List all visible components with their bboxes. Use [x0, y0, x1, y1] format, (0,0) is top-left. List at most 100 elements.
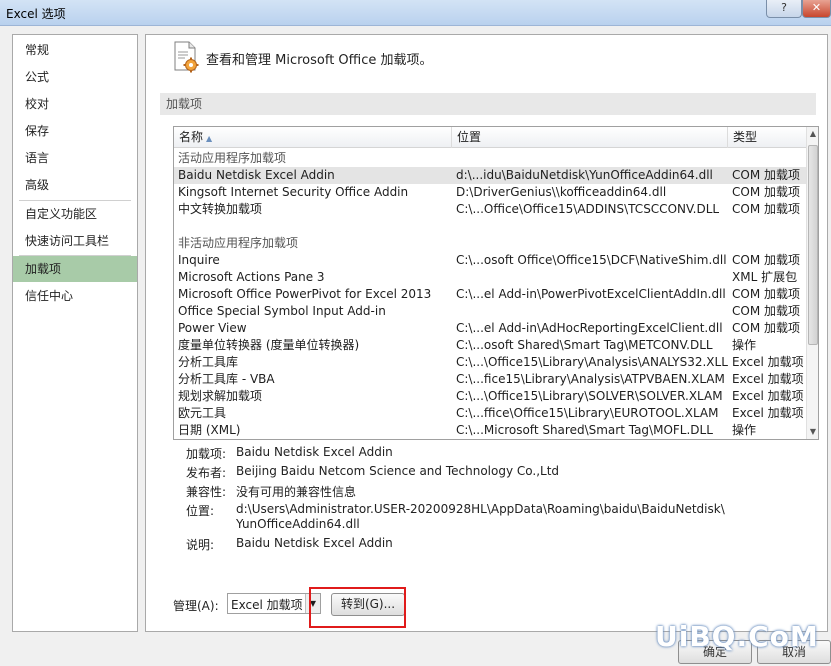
list-header: 名称 ▲ 位置 类型 — [174, 127, 806, 148]
cell-location: C:\...el Add-in\PowerPivotExcelClientAdd… — [456, 287, 726, 301]
cell-location: C:\...Microsoft Shared\Smart Tag\MOFL.DL… — [456, 423, 713, 437]
cell-type: 操作 — [732, 423, 757, 437]
nav-item-customize-ribbon[interactable]: 自定义功能区 — [13, 201, 137, 227]
table-row[interactable]: Office Special Symbol Input Add-in COM 加… — [174, 303, 806, 320]
addin-list: 名称 ▲ 位置 类型 活动应用程序加载项 Baidu Netdisk Excel … — [173, 126, 819, 440]
cell-name: 分析工具库 - VBA — [178, 372, 275, 386]
cell-type: 操作 — [732, 338, 757, 352]
cell-type: COM 加载项 — [732, 287, 800, 301]
column-header-name[interactable]: 名称 ▲ — [174, 127, 452, 148]
scroll-down-icon[interactable]: ▼ — [807, 425, 818, 439]
cell-location: C:\...ffice\Office15\Library\EUROTOOL.XL… — [456, 406, 719, 420]
cell-type: Excel 加载项 — [732, 389, 804, 403]
nav-item-quick-access[interactable]: 快速访问工具栏 — [13, 228, 137, 254]
list-scrollbar[interactable]: ▲ ▼ — [806, 127, 818, 439]
table-row[interactable]: Power View C:\...el Add-in\AdHocReportin… — [174, 320, 806, 337]
table-row[interactable]: Baidu Netdisk Excel Addin d:\...idu\Baid… — [174, 167, 806, 184]
help-button[interactable]: ? — [766, 0, 802, 18]
manage-select[interactable]: Excel 加载项 ▼ — [227, 593, 321, 614]
nav-item-general[interactable]: 常规 — [13, 37, 137, 63]
manage-label: 管理(A): — [173, 599, 219, 613]
group-label-active: 活动应用程序加载项 — [178, 151, 287, 165]
cell-location: C:\...osoft Office\Office15\DCF\NativeSh… — [456, 253, 727, 267]
cell-name: Microsoft Actions Pane 3 — [178, 270, 325, 284]
cell-location: C:\...\Office15\Library\Analysis\ANALYS3… — [456, 355, 728, 369]
cell-location: D:\DriverGenius\\kofficeaddin64.dll — [456, 185, 667, 199]
cell-name: Microsoft Office PowerPivot for Excel 20… — [178, 287, 432, 301]
group-label-inactive: 非活动应用程序加载项 — [178, 236, 299, 250]
detail-value-location-line2: YunOfficeAddin64.dll — [236, 517, 360, 531]
table-row[interactable]: 分析工具库 C:\...\Office15\Library\Analysis\A… — [174, 354, 806, 371]
window-title: Excel 选项 — [6, 7, 66, 21]
cell-location: d:\...idu\BaiduNetdisk\YunOfficeAddin64.… — [456, 168, 713, 182]
cell-location: C:\...fice15\Library\Analysis\ATPVBAEN.X… — [456, 372, 725, 386]
cell-type: COM 加载项 — [732, 321, 800, 335]
column-header-location[interactable]: 位置 — [452, 127, 728, 148]
nav-item-save[interactable]: 保存 — [13, 118, 137, 144]
watermark-logo: UiBQ.CoM — [655, 620, 819, 653]
addins-panel: 查看和管理 Microsoft Office 加载项。 加载项 名称 ▲ 位置 类… — [145, 34, 828, 632]
cell-name: Kingsoft Internet Security Office Addin — [178, 185, 409, 199]
detail-value-publisher: Beijing Baidu Netcom Science and Technol… — [236, 464, 560, 478]
cell-name: 欧元工具 — [178, 406, 227, 420]
nav-item-formulas[interactable]: 公式 — [13, 64, 137, 90]
highlight-annotation — [309, 587, 406, 628]
section-title: 加载项 — [160, 93, 816, 115]
options-nav: 常规 公式 校对 保存 语言 高级 自定义功能区 快速访问工具栏 加载项 信任中… — [12, 34, 138, 632]
title-bar: Excel 选项 ? ✕ — [0, 0, 831, 26]
cell-type: Excel 加载项 — [732, 406, 804, 420]
cell-location: C:\...osoft Shared\Smart Tag\METCONV.DLL — [456, 338, 713, 352]
table-row[interactable]: Microsoft Office PowerPivot for Excel 20… — [174, 286, 806, 303]
cell-type: COM 加载项 — [732, 185, 800, 199]
table-row[interactable]: 度量单位转换器 (度量单位转换器) C:\...osoft Shared\Sma… — [174, 337, 806, 354]
table-row[interactable]: 分析工具库 - VBA C:\...fice15\Library\Analysi… — [174, 371, 806, 388]
cell-location: C:\...Office\Office15\ADDINS\TCSCCONV.DL… — [456, 202, 720, 216]
detail-label-publisher: 发布者: — [186, 466, 227, 480]
detail-value-location-line1: d:\Users\Administrator.USER-20200928HL\A… — [236, 502, 725, 516]
cell-name: 度量单位转换器 (度量单位转换器) — [178, 338, 360, 352]
cell-name: 分析工具库 — [178, 355, 239, 369]
scroll-up-icon[interactable]: ▲ — [807, 127, 818, 141]
cell-type: Excel 加载项 — [732, 355, 804, 369]
detail-value-description: Baidu Netdisk Excel Addin — [236, 536, 393, 550]
cell-name: Power View — [178, 321, 247, 335]
close-button[interactable]: ✕ — [802, 0, 831, 18]
nav-item-addins[interactable]: 加载项 — [13, 256, 137, 282]
cell-name: 中文转换加载项 — [178, 202, 263, 216]
scrollbar-thumb[interactable] — [808, 145, 818, 345]
addin-gear-icon — [174, 41, 199, 73]
nav-item-proofing[interactable]: 校对 — [13, 91, 137, 117]
cell-name: Inquire — [178, 253, 220, 267]
detail-label-compat: 兼容性: — [186, 485, 227, 499]
table-row[interactable]: Microsoft Actions Pane 3 XML 扩展包 — [174, 269, 806, 286]
sort-ascending-icon: ▲ — [206, 134, 213, 143]
table-row[interactable]: Inquire C:\...osoft Office\Office15\DCF\… — [174, 252, 806, 269]
nav-item-language[interactable]: 语言 — [13, 145, 137, 171]
cell-location: C:\...el Add-in\AdHocReportingExcelClien… — [456, 321, 723, 335]
table-row[interactable]: Kingsoft Internet Security Office Addin … — [174, 184, 806, 201]
table-row[interactable]: 中文转换加载项 C:\...Office\Office15\ADDINS\TCS… — [174, 201, 806, 218]
cell-type: COM 加载项 — [732, 202, 800, 216]
cell-name: 规划求解加载项 — [178, 389, 263, 403]
column-header-type[interactable]: 类型 — [728, 127, 818, 148]
detail-value-addin: Baidu Netdisk Excel Addin — [236, 445, 393, 459]
panel-heading: 查看和管理 Microsoft Office 加载项。 — [206, 53, 433, 68]
cell-name: 日期 (XML) — [178, 423, 241, 437]
cell-type: COM 加载项 — [732, 253, 800, 267]
table-row[interactable]: 日期 (XML) C:\...Microsoft Shared\Smart Ta… — [174, 422, 806, 439]
detail-label-description: 说明: — [186, 538, 215, 552]
cell-type: COM 加载项 — [732, 304, 800, 318]
cell-type: COM 加载项 — [732, 168, 800, 182]
detail-value-compat: 没有可用的兼容性信息 — [236, 485, 357, 499]
nav-item-trust-center[interactable]: 信任中心 — [13, 283, 137, 309]
cell-type: XML 扩展包 — [732, 270, 798, 284]
cell-name: Office Special Symbol Input Add-in — [178, 304, 386, 318]
detail-label-location: 位置: — [186, 504, 215, 518]
table-row[interactable]: 规划求解加载项 C:\...\Office15\Library\SOLVER\S… — [174, 388, 806, 405]
nav-item-advanced[interactable]: 高级 — [13, 172, 137, 198]
cell-location: C:\...\Office15\Library\SOLVER\SOLVER.XL… — [456, 389, 723, 403]
cell-name: Baidu Netdisk Excel Addin — [178, 168, 335, 182]
table-row[interactable]: 欧元工具 C:\...ffice\Office15\Library\EUROTO… — [174, 405, 806, 422]
manage-select-value: Excel 加载项 — [231, 598, 303, 612]
cell-type: Excel 加载项 — [732, 372, 804, 386]
